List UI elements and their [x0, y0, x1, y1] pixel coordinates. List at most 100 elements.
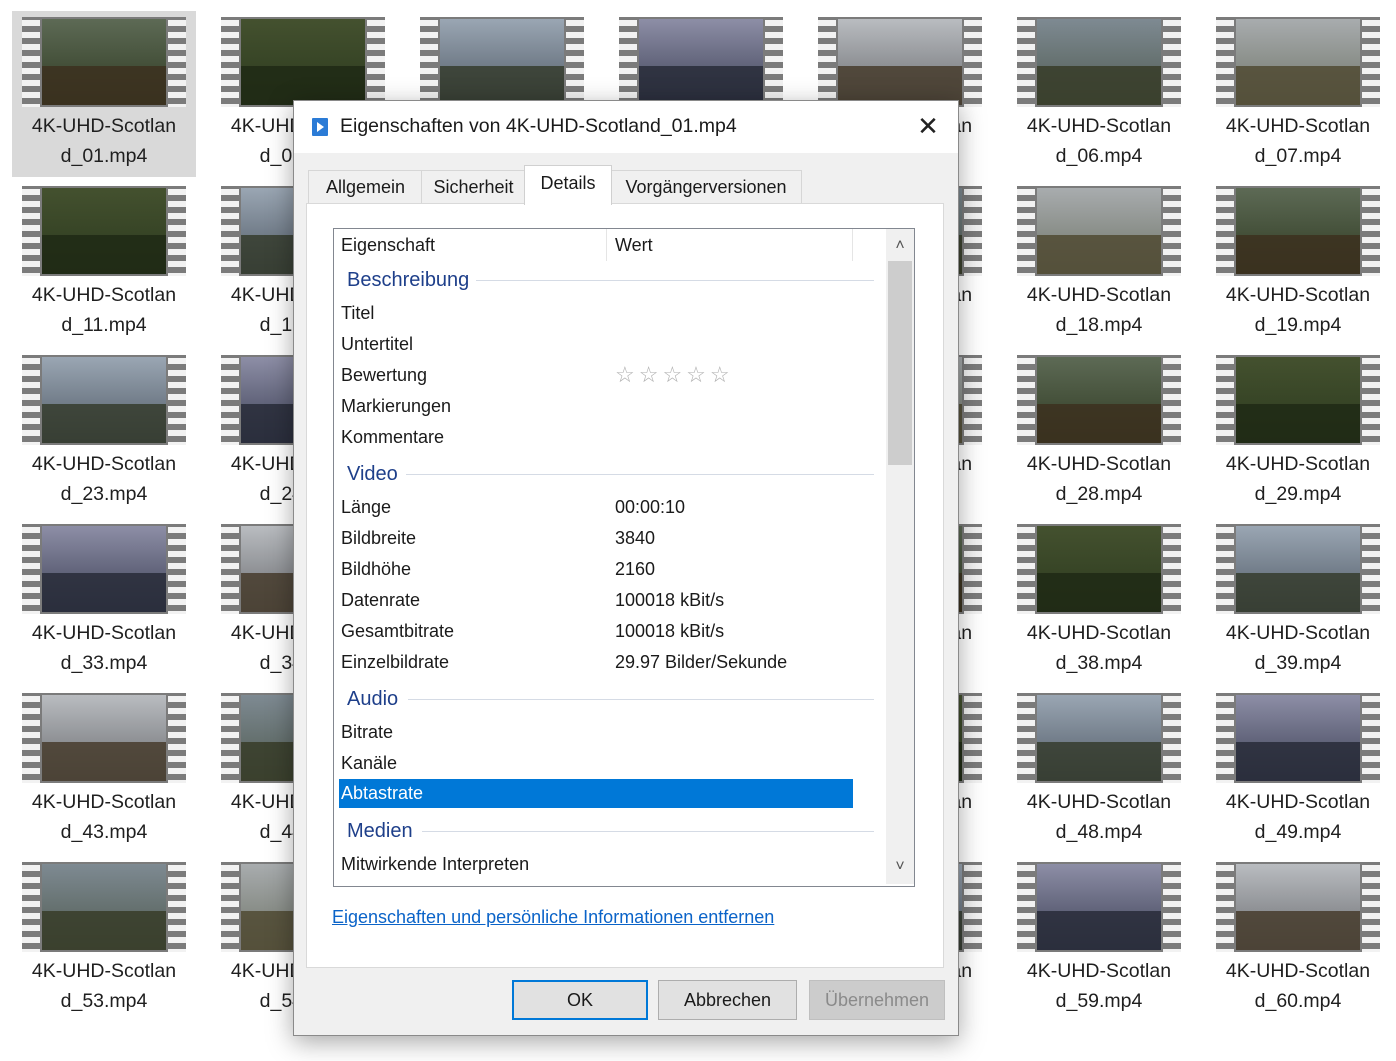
- file-tile[interactable]: 4K-UHD-Scotlan d_43.mp4: [12, 687, 196, 853]
- file-tile[interactable]: 4K-UHD-Scotlan d_48.mp4: [1007, 687, 1191, 853]
- file-name: 4K-UHD-Scotlan d_11.mp4: [12, 280, 196, 340]
- file-tile[interactable]: 4K-UHD-Scotlan d_53.mp4: [12, 856, 196, 1022]
- film-strip-icon: [221, 862, 239, 952]
- film-strip-icon: [168, 355, 186, 445]
- film-strip-icon: [1163, 17, 1181, 107]
- row-kanaele[interactable]: Kanäle: [341, 753, 397, 774]
- tab-bar: Allgemein Sicherheit Details Vorgängerve…: [308, 165, 948, 205]
- row-datenrate[interactable]: Datenrate: [341, 590, 420, 611]
- file-name: 4K-UHD-Scotlan d_06.mp4: [1007, 111, 1191, 171]
- film-strip-icon: [22, 693, 40, 783]
- tab-allgemein[interactable]: Allgemein: [308, 170, 423, 204]
- file-name-line2: d_28.mp4: [1055, 483, 1143, 505]
- dialog-titlebar[interactable]: Eigenschaften von 4K-UHD-Scotland_01.mp4…: [294, 101, 958, 153]
- film-strip-icon: [1362, 862, 1380, 952]
- scrollbar-thumb[interactable]: [888, 261, 912, 465]
- file-name-line2: d_60.mp4: [1254, 990, 1342, 1012]
- column-divider[interactable]: [606, 229, 607, 261]
- video-thumbnail: [1017, 17, 1181, 107]
- thumbnail-image: [1236, 188, 1360, 274]
- ok-button[interactable]: OK: [512, 980, 648, 1020]
- tab-details[interactable]: Details: [524, 165, 612, 205]
- row-gesamtbitrate[interactable]: Gesamtbitrate: [341, 621, 454, 642]
- row-titel[interactable]: Titel: [341, 303, 374, 324]
- property-list[interactable]: Eigenschaft Wert Beschreibung Titel Unte…: [333, 228, 915, 887]
- video-thumbnail: [1017, 862, 1181, 952]
- tab-vorgaengerversionen[interactable]: Vorgängerversionen: [610, 170, 802, 204]
- apply-button[interactable]: Übernehmen: [809, 980, 945, 1020]
- file-tile[interactable]: 4K-UHD-Scotlan d_33.mp4: [12, 518, 196, 684]
- file-name-line2: d_39.mp4: [1254, 652, 1342, 674]
- group-audio: Audio: [347, 688, 399, 710]
- row-laenge[interactable]: Länge: [341, 497, 391, 518]
- row-bewertung[interactable]: Bewertung: [341, 365, 427, 386]
- file-name-line1: 4K-UHD-Scotlan: [31, 453, 177, 475]
- file-tile[interactable]: 4K-UHD-Scotlan d_01.mp4: [12, 11, 196, 177]
- file-tile[interactable]: 4K-UHD-Scotlan d_39.mp4: [1206, 518, 1390, 684]
- video-thumbnail: [1216, 355, 1380, 445]
- row-bildbreite[interactable]: Bildbreite: [341, 528, 416, 549]
- file-tile[interactable]: 4K-UHD-Scotlan d_29.mp4: [1206, 349, 1390, 515]
- row-untertitel[interactable]: Untertitel: [341, 334, 413, 355]
- value-gesamtbitrate: 100018 kBit/s: [615, 621, 725, 641]
- file-name: 4K-UHD-Scotlan d_48.mp4: [1007, 787, 1191, 847]
- film-strip-icon: [964, 693, 982, 783]
- row-einzelbildrate[interactable]: Einzelbildrate: [341, 652, 449, 673]
- close-button[interactable]: ✕: [912, 111, 944, 143]
- scroll-down-icon[interactable]: ˅: [886, 852, 914, 882]
- film-strip-icon: [367, 17, 385, 107]
- row-abtastrate-selected[interactable]: Abtastrate: [339, 779, 853, 808]
- scroll-up-icon[interactable]: ˄: [886, 231, 914, 261]
- video-thumbnail: [22, 862, 186, 952]
- column-header-value[interactable]: Wert: [615, 235, 653, 256]
- film-strip-icon: [1362, 693, 1380, 783]
- row-mitwirkende-interpreten[interactable]: Mitwirkende Interpreten: [341, 854, 529, 875]
- tab-sicherheit[interactable]: Sicherheit: [421, 170, 526, 204]
- file-tile[interactable]: 4K-UHD-Scotlan d_11.mp4: [12, 180, 196, 346]
- row-kommentare[interactable]: Kommentare: [341, 427, 444, 448]
- video-thumbnail: [1216, 186, 1380, 276]
- thumbnail-image: [42, 188, 166, 274]
- file-tile[interactable]: 4K-UHD-Scotlan d_23.mp4: [12, 349, 196, 515]
- group-video: Video: [347, 463, 398, 485]
- row-markierungen[interactable]: Markierungen: [341, 396, 451, 417]
- file-tile[interactable]: 4K-UHD-Scotlan d_38.mp4: [1007, 518, 1191, 684]
- thumbnail-image: [639, 19, 763, 105]
- film-strip-icon: [168, 693, 186, 783]
- column-divider[interactable]: [852, 229, 853, 261]
- rating-stars[interactable]: ☆☆☆☆☆: [615, 362, 734, 388]
- file-name: 4K-UHD-Scotlan d_19.mp4: [1206, 280, 1390, 340]
- file-tile[interactable]: 4K-UHD-Scotlan d_18.mp4: [1007, 180, 1191, 346]
- file-tile[interactable]: 4K-UHD-Scotlan d_28.mp4: [1007, 349, 1191, 515]
- cancel-button[interactable]: Abbrechen: [658, 980, 797, 1020]
- film-strip-icon: [619, 17, 637, 107]
- video-thumbnail: [1017, 355, 1181, 445]
- file-tile[interactable]: 4K-UHD-Scotlan d_06.mp4: [1007, 11, 1191, 177]
- file-tile[interactable]: 4K-UHD-Scotlan d_19.mp4: [1206, 180, 1390, 346]
- remove-properties-link[interactable]: Eigenschaften und persönliche Informatio…: [332, 907, 774, 928]
- thumbnail-image: [241, 19, 365, 105]
- file-name: 4K-UHD-Scotlan d_53.mp4: [12, 956, 196, 1016]
- vertical-scrollbar[interactable]: ˄ ˅: [886, 229, 914, 884]
- file-tile[interactable]: 4K-UHD-Scotlan d_60.mp4: [1206, 856, 1390, 1022]
- file-name: 4K-UHD-Scotlan d_07.mp4: [1206, 111, 1390, 171]
- film-strip-icon: [168, 862, 186, 952]
- group-divider: [406, 474, 874, 475]
- film-strip-icon: [221, 17, 239, 107]
- column-header-property[interactable]: Eigenschaft: [341, 235, 435, 256]
- thumbnail-image: [1236, 526, 1360, 612]
- thumbnail-image: [1037, 357, 1161, 443]
- row-bildhoehe[interactable]: Bildhöhe: [341, 559, 411, 580]
- group-medien: Medien: [347, 820, 413, 842]
- thumbnail-image: [1037, 188, 1161, 274]
- row-bitrate[interactable]: Bitrate: [341, 722, 393, 743]
- group-beschreibung: Beschreibung: [347, 269, 470, 291]
- film-strip-icon: [22, 862, 40, 952]
- file-tile[interactable]: 4K-UHD-Scotlan d_59.mp4: [1007, 856, 1191, 1022]
- film-strip-icon: [1362, 524, 1380, 614]
- properties-dialog: Eigenschaften von 4K-UHD-Scotland_01.mp4…: [293, 100, 959, 1036]
- file-name: 4K-UHD-Scotlan d_38.mp4: [1007, 618, 1191, 678]
- file-tile[interactable]: 4K-UHD-Scotlan d_07.mp4: [1206, 11, 1390, 177]
- film-strip-icon: [168, 524, 186, 614]
- file-tile[interactable]: 4K-UHD-Scotlan d_49.mp4: [1206, 687, 1390, 853]
